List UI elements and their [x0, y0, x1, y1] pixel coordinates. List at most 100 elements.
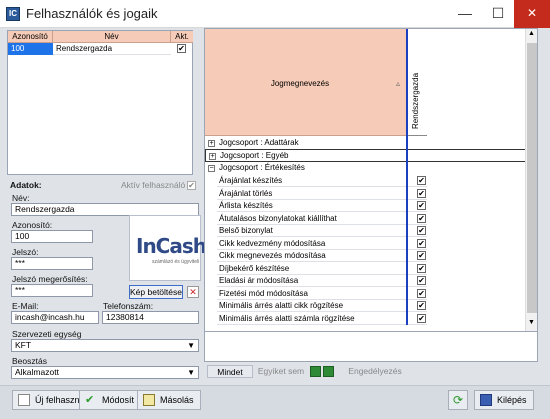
phone-label: Telefonszám: — [103, 301, 154, 311]
permission-checkbox[interactable]: ✔ — [417, 251, 426, 260]
user-picture: InCash számlázó és ügyviteli — [129, 215, 207, 281]
footer-toolbar: Új felhasználó ✔ Módosít Másolás ⟳ Kilép… — [0, 385, 550, 419]
permission-row[interactable]: Eladási ár módosítása ✔ — [217, 275, 427, 287]
vertical-scrollbar[interactable]: ▲ ▼ — [525, 29, 537, 331]
permission-checkbox[interactable]: ✔ — [417, 176, 426, 185]
refresh-button[interactable]: ⟳ — [448, 390, 468, 410]
permission-row[interactable]: Minimális árrés alatti cikk rögzítése ✔ — [217, 300, 427, 312]
permission-row[interactable]: Belső bizonylat ✔ — [217, 225, 427, 237]
permission-row[interactable]: Fizetési mód módosítása ✔ — [217, 288, 427, 300]
permission-row[interactable]: Minimális árrés alatti számla rögzítése ✔ — [217, 313, 427, 325]
password-confirm-input[interactable]: *** — [11, 284, 93, 297]
user-active-checkbox[interactable]: ✔ — [177, 44, 186, 54]
collapse-icon[interactable]: − — [208, 165, 215, 172]
permission-checkbox[interactable]: ✔ — [417, 188, 426, 198]
close-button[interactable]: ✕ — [514, 0, 550, 28]
scrollbar-thumb[interactable] — [527, 43, 537, 313]
password-confirm-label: Jelszó megerősítés: — [12, 274, 88, 284]
permission-name-header[interactable]: Jogmegnevezés ▵ — [205, 29, 407, 136]
expand-icon[interactable]: + — [208, 140, 215, 147]
permission-row[interactable]: Árajánlat készítés ✔ — [217, 175, 427, 187]
permission-checkbox[interactable]: ✔ — [417, 213, 426, 223]
permission-row[interactable]: Díjbekérő készítése ✔ — [217, 263, 427, 275]
select-all-button[interactable]: Mindet — [207, 365, 253, 378]
column-header-id[interactable]: Azonosító — [8, 31, 53, 43]
permission-checkbox[interactable]: ✔ — [417, 226, 426, 235]
user-column-label: Rendszergazda — [411, 72, 420, 129]
user-row-id[interactable]: 100 — [8, 43, 53, 55]
position-select[interactable]: Alkalmazott ▼ — [11, 366, 199, 379]
active-user-label: Aktív felhasználó — [121, 180, 186, 190]
permission-row[interactable]: Árajánlat törlés ✔ — [217, 188, 427, 200]
permissions-grid[interactable]: Jogmegnevezés ▵ Rendszergazda + Jogcsopor… — [204, 28, 538, 332]
permission-checkbox[interactable]: ✔ — [417, 301, 426, 310]
logo-text: InCash — [136, 234, 207, 258]
permission-name: Minimális árrés alatti cikk rögzítése — [219, 301, 344, 310]
permission-checkbox[interactable]: ✔ — [417, 313, 426, 323]
id-label: Azonosító: — [12, 220, 53, 230]
permission-checkbox[interactable]: ✔ — [417, 276, 426, 285]
refresh-icon: ⟳ — [453, 393, 464, 407]
org-unit-label: Szervezeti egység — [12, 329, 82, 339]
permission-checkbox[interactable]: ✔ — [417, 288, 426, 298]
id-input[interactable]: 100 — [11, 230, 93, 243]
permission-checkbox[interactable]: ✔ — [417, 263, 426, 273]
select-none-button[interactable]: Egyiket sem — [255, 365, 307, 378]
name-label: Név: — [12, 193, 30, 203]
scroll-up-icon[interactable]: ▲ — [528, 30, 535, 37]
exit-door-icon — [480, 394, 492, 406]
column-header-name[interactable]: Név — [53, 31, 171, 43]
active-user-checkbox[interactable]: ✔ — [187, 181, 196, 190]
permission-name: Árlista készítés — [219, 201, 273, 210]
group-row-egyeb[interactable]: + Jogcsoport : Egyéb — [205, 149, 535, 162]
scroll-down-icon[interactable]: ▼ — [528, 319, 535, 326]
user-column-header[interactable]: Rendszergazda — [407, 29, 427, 136]
permission-name: Fizetési mód módosítása — [219, 288, 308, 298]
column-header-active[interactable]: Akt. — [171, 31, 193, 43]
tree-expand-icon[interactable] — [310, 366, 321, 377]
new-document-icon — [18, 394, 30, 406]
org-unit-select[interactable]: KFT ▼ — [11, 339, 199, 352]
org-unit-value: KFT — [15, 340, 32, 350]
position-value: Alkalmazott — [15, 367, 59, 377]
permission-name: Eladási ár módosítása — [219, 276, 299, 285]
chevron-down-icon: ▼ — [187, 368, 195, 377]
user-row-name[interactable]: Rendszergazda — [53, 43, 171, 55]
permission-name-header-label: Jogmegnevezés — [270, 79, 330, 88]
column-divider — [406, 29, 408, 325]
permission-row[interactable]: Cikk kedvezmény módosítása ✔ — [217, 238, 427, 250]
phone-input[interactable]: 12380814 — [102, 311, 199, 324]
load-image-button[interactable]: Kép betöltése — [129, 285, 183, 299]
allow-button[interactable]: Engedélyezés — [335, 365, 415, 378]
logo-subtext: számlázó és ügyviteli — [152, 259, 200, 265]
permission-name: Belső bizonylat — [219, 226, 273, 235]
exit-button[interactable]: Kilépés — [474, 390, 534, 410]
modify-button[interactable]: ✔ Módosít — [79, 390, 142, 410]
user-row-active-cell[interactable]: ✔ — [171, 43, 193, 55]
grid-icon[interactable] — [323, 366, 334, 377]
email-label: E-Mail: — [12, 301, 39, 311]
permission-row[interactable]: Átutalásos bizonylatokat kiállíthat ✔ — [217, 213, 427, 225]
permission-checkbox[interactable]: ✔ — [417, 201, 426, 210]
copy-button[interactable]: Másolás — [137, 390, 201, 410]
permission-name: Minimális árrés alatti számla rögzítése — [219, 313, 355, 323]
permission-row[interactable]: Cikk megnevezés módosítása ✔ — [217, 250, 427, 262]
permission-row[interactable]: Árlista készítés ✔ — [217, 200, 427, 212]
expand-icon[interactable]: + — [209, 153, 216, 160]
checkmark-icon: ✔ — [85, 394, 95, 406]
delete-image-icon[interactable]: ✕ — [187, 286, 199, 298]
group-row-adattarak[interactable]: + Jogcsoport : Adattárak — [205, 137, 535, 149]
permissions-empty-area — [204, 332, 538, 362]
group-row-ertekesites[interactable]: − Jogcsoport : Értékesítés — [205, 162, 535, 174]
section-label: Adatok: — [10, 180, 42, 190]
maximize-button[interactable]: ☐ — [481, 0, 515, 28]
permission-checkbox[interactable]: ✔ — [417, 238, 426, 248]
app-icon: IC — [6, 7, 20, 21]
user-grid[interactable]: Azonosító Név Akt. 100 Rendszergazda ✔ — [7, 30, 193, 175]
position-label: Beosztás — [12, 356, 47, 366]
sort-icon: ▵ — [396, 79, 401, 88]
password-label: Jelszó: — [12, 247, 39, 257]
email-input[interactable]: incash@incash.hu — [11, 311, 99, 324]
password-input[interactable]: *** — [11, 257, 93, 270]
minimize-button[interactable]: — — [448, 0, 482, 28]
